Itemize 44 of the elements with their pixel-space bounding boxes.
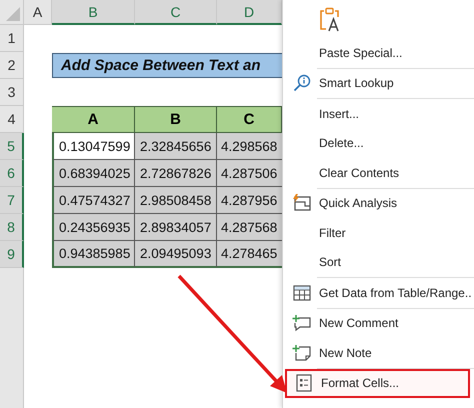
- table-header-cell: A: [52, 106, 135, 133]
- row-header[interactable]: 3: [0, 79, 24, 106]
- row-header[interactable]: 8: [0, 214, 24, 241]
- menu-item[interactable]: New Note: [283, 338, 474, 368]
- row-header[interactable]: 4: [0, 106, 24, 133]
- column-header[interactable]: A: [24, 0, 52, 25]
- table-cell: 4.298568: [217, 133, 282, 160]
- table-header-cell: C: [217, 106, 282, 133]
- table-cell: 2.89834057: [135, 214, 217, 241]
- table-cell: 2.09495093: [135, 241, 217, 268]
- table-cell: 2.98508458: [135, 187, 217, 214]
- table-cell: 4.278465: [217, 241, 282, 268]
- menu-item[interactable]: Quick Analysis: [283, 188, 474, 218]
- table-cell: 4.287568: [217, 214, 282, 241]
- menu-item[interactable]: Format Cells...: [285, 368, 470, 398]
- column-header[interactable]: B: [52, 0, 135, 25]
- row-header[interactable]: 7: [0, 187, 24, 214]
- column-header[interactable]: C: [135, 0, 217, 25]
- menu-item[interactable]: New Comment: [283, 308, 474, 338]
- table-cell: 0.24356935: [52, 214, 135, 241]
- menu-item[interactable]: Filter: [283, 218, 474, 248]
- row-header[interactable]: 9: [0, 241, 24, 268]
- table-cell: 2.72867826: [135, 160, 217, 187]
- row-header[interactable]: 1: [0, 25, 24, 52]
- table-cell: 0.94385985: [52, 241, 135, 268]
- table-cell: 2.32845656: [135, 133, 217, 160]
- table-cell: 0.68394025: [52, 160, 135, 187]
- table-cell: 0.47574327: [52, 187, 135, 214]
- row-header[interactable]: 5: [0, 133, 24, 160]
- table-cell: 4.287956: [217, 187, 282, 214]
- menu-item[interactable]: Paste Special...: [283, 38, 474, 68]
- menu-item[interactable]: Get Data from Table/Range..: [283, 278, 474, 308]
- table-cell: 0.13047599: [52, 133, 135, 160]
- row-header[interactable]: 6: [0, 160, 24, 187]
- title-cell: Add Space Between Text an: [52, 53, 282, 78]
- menu-item[interactable]: Delete...: [283, 128, 474, 158]
- menu-item[interactable]: Smart Lookup: [283, 68, 474, 98]
- menu-item[interactable]: Clear Contents: [283, 158, 474, 188]
- table-header-cell: B: [135, 106, 217, 133]
- table-cell: 4.287506: [217, 160, 282, 187]
- row-header[interactable]: 2: [0, 52, 24, 79]
- column-header[interactable]: D: [217, 0, 282, 25]
- menu-item[interactable]: Sort: [283, 248, 474, 277]
- menu-item[interactable]: Insert...: [283, 99, 474, 128]
